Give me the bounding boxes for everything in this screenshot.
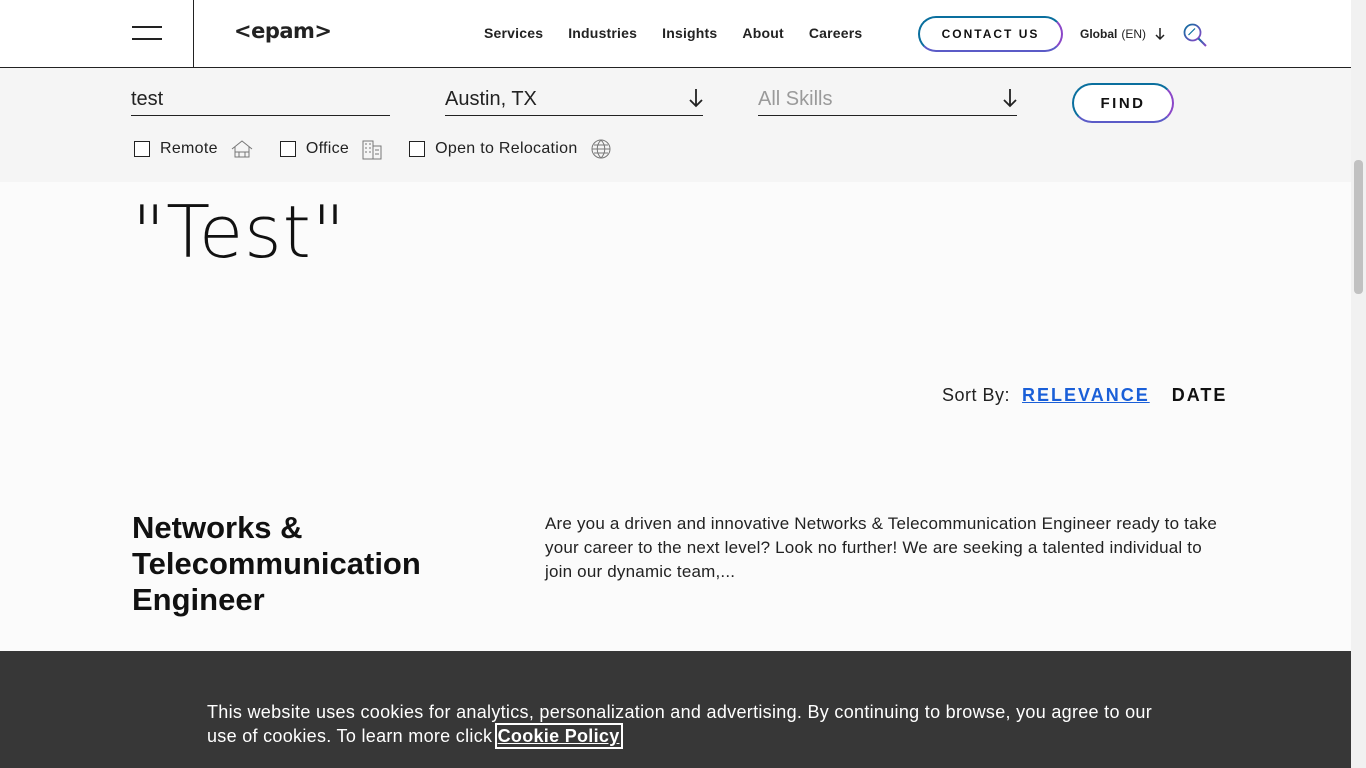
language-code: (EN) [1121,27,1147,41]
remote-checkbox[interactable]: Remote [134,139,254,159]
cookie-banner: This website uses cookies for analytics,… [0,651,1351,768]
job-title-link[interactable]: Networks & Telecommunication Engineer [132,510,472,618]
checkbox-box[interactable] [279,141,296,157]
nav-industries[interactable]: Industries [568,25,637,41]
location-value: Austin, TX [445,88,537,110]
find-button[interactable]: FIND [1072,83,1174,123]
skills-placeholder: All Skills [758,88,833,110]
skills-select[interactable]: All Skills [758,82,1017,116]
header-divider [193,0,194,68]
arrow-down-icon [689,89,703,108]
cookie-message: This website uses cookies for analytics,… [207,702,1152,746]
location-select[interactable]: Austin, TX [445,82,703,116]
main-nav: Services Industries Insights About Caree… [484,25,887,41]
hamburger-menu-icon[interactable] [132,26,162,42]
building-icon [362,140,382,160]
arrow-down-icon [1003,89,1017,108]
relocation-label: Open to Relocation [435,140,578,157]
cookie-policy-link[interactable]: Cookie Policy [494,723,623,749]
nav-about[interactable]: About [742,25,783,41]
globe-icon [591,139,611,159]
keyword-value: test [131,88,164,110]
page-scrollbar[interactable] [1351,0,1366,768]
sort-label: Sort By: [942,385,1011,405]
checkbox-box[interactable] [134,141,150,157]
sort-date-link[interactable]: DATE [1172,385,1228,406]
language-label: Global [1080,27,1118,41]
remote-label: Remote [160,140,218,157]
language-selector[interactable]: Global (EN) [1080,27,1166,41]
work-type-checkboxes: Remote Office Open to Relocation [134,138,638,160]
arrow-down-icon [1155,28,1165,41]
sort-controls: Sort By: RELEVANCE DATE [942,385,1227,406]
cookie-text-block: This website uses cookies for analytics,… [207,700,1167,749]
results-heading: "Test" [132,190,347,274]
office-label: Office [305,140,350,157]
sort-relevance-link[interactable]: RELEVANCE [1022,385,1150,406]
relocation-checkbox[interactable]: Open to Relocation [409,138,611,160]
home-icon [231,140,253,158]
contact-us-button[interactable]: CONTACT US [918,16,1063,52]
checkbox-box[interactable] [409,141,426,157]
search-filters: test Austin, TX All Skills FIND Remote O… [0,68,1351,182]
keyword-input[interactable]: test [131,82,390,116]
office-checkbox[interactable]: Office [279,138,383,160]
nav-careers[interactable]: Careers [809,25,863,41]
scrollbar-thumb[interactable] [1354,160,1363,294]
nav-insights[interactable]: Insights [662,25,717,41]
search-icon[interactable] [1182,22,1208,48]
nav-services[interactable]: Services [484,25,543,41]
epam-logo[interactable]: <epam> [234,19,332,43]
job-description: Are you a driven and innovative Networks… [545,514,1218,581]
site-header: <epam> Services Industries Insights Abou… [0,0,1351,68]
